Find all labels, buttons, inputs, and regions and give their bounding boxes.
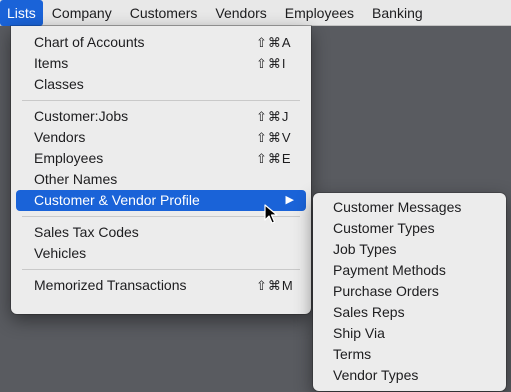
menu-item-label: Customer:Jobs	[34, 108, 129, 124]
keyboard-shortcut: ⇧⌘V	[256, 130, 292, 145]
menu-separator	[22, 269, 300, 270]
menu-item-label: Vendor Types	[333, 367, 419, 383]
menu-item-label: Customer Types	[333, 220, 435, 236]
menu-item-customer-jobs[interactable]: Customer:Jobs ⇧⌘J	[11, 106, 311, 127]
menu-item-items[interactable]: Items ⇧⌘I	[11, 53, 311, 74]
menu-item-label: Purchase Orders	[333, 283, 439, 299]
submenu-item-purchase-orders[interactable]: Purchase Orders	[313, 281, 506, 302]
menu-separator	[22, 100, 300, 101]
submenu-item-vendor-types[interactable]: Vendor Types	[313, 365, 506, 386]
menu-item-employees[interactable]: Employees ⇧⌘E	[11, 148, 311, 169]
menu-customers[interactable]: Customers	[121, 0, 207, 26]
menu-item-label: Ship Via	[333, 325, 385, 341]
menu-lists[interactable]: Lists	[0, 0, 43, 26]
submenu-arrow-icon: ▶	[285, 194, 294, 206]
menu-item-label: Vendors	[34, 129, 86, 145]
menu-item-label: Other Names	[34, 171, 118, 187]
customer-vendor-profile-submenu: Customer Messages Customer Types Job Typ…	[313, 193, 506, 391]
menu-item-label: Job Types	[333, 241, 397, 257]
menu-item-label: Payment Methods	[333, 262, 446, 278]
menu-item-label: Terms	[333, 346, 372, 362]
keyboard-shortcut: ⇧⌘A	[256, 35, 292, 50]
keyboard-shortcut: ⇧⌘E	[256, 151, 292, 166]
menu-item-customer-vendor-profile[interactable]: Customer & Vendor Profile ▶	[16, 190, 306, 211]
menu-item-label: Classes	[34, 76, 84, 92]
menu-bar: Lists Company Customers Vendors Employee…	[0, 0, 511, 26]
submenu-item-job-types[interactable]: Job Types	[313, 239, 506, 260]
lists-dropdown-menu: Chart of Accounts ⇧⌘A Items ⇧⌘I Classes …	[11, 26, 311, 314]
menu-item-label: Memorized Transactions	[34, 277, 187, 293]
menu-item-label: Chart of Accounts	[34, 34, 145, 50]
menu-item-sales-tax-codes[interactable]: Sales Tax Codes	[11, 222, 311, 243]
menu-item-chart-of-accounts[interactable]: Chart of Accounts ⇧⌘A	[11, 32, 311, 53]
submenu-item-customer-messages[interactable]: Customer Messages	[313, 197, 506, 218]
menu-item-label: Customer & Vendor Profile	[34, 192, 200, 208]
menu-employees[interactable]: Employees	[276, 0, 363, 26]
submenu-item-ship-via[interactable]: Ship Via	[313, 323, 506, 344]
menu-item-other-names[interactable]: Other Names	[11, 169, 311, 190]
menu-company[interactable]: Company	[43, 0, 121, 26]
menu-item-vendors[interactable]: Vendors ⇧⌘V	[11, 127, 311, 148]
menu-item-label: Sales Tax Codes	[34, 224, 139, 240]
menu-item-label: Customer Messages	[333, 199, 462, 215]
menu-item-classes[interactable]: Classes	[11, 74, 311, 95]
keyboard-shortcut: ⇧⌘J	[256, 109, 290, 124]
mouse-pointer-icon	[264, 204, 278, 224]
menu-item-vehicles[interactable]: Vehicles	[11, 243, 311, 264]
submenu-item-customer-types[interactable]: Customer Types	[313, 218, 506, 239]
menu-separator	[22, 216, 300, 217]
menu-banking[interactable]: Banking	[363, 0, 432, 26]
keyboard-shortcut: ⇧⌘I	[256, 56, 287, 71]
submenu-item-sales-reps[interactable]: Sales Reps	[313, 302, 506, 323]
submenu-item-payment-methods[interactable]: Payment Methods	[313, 260, 506, 281]
menu-vendors[interactable]: Vendors	[206, 0, 275, 26]
menu-item-label: Sales Reps	[333, 304, 405, 320]
menu-item-label: Employees	[34, 150, 104, 166]
menu-item-memorized-transactions[interactable]: Memorized Transactions ⇧⌘M	[11, 275, 311, 296]
menu-item-label: Vehicles	[34, 245, 87, 261]
keyboard-shortcut: ⇧⌘M	[256, 278, 294, 293]
menu-item-label: Items	[34, 55, 69, 71]
submenu-item-terms[interactable]: Terms	[313, 344, 506, 365]
